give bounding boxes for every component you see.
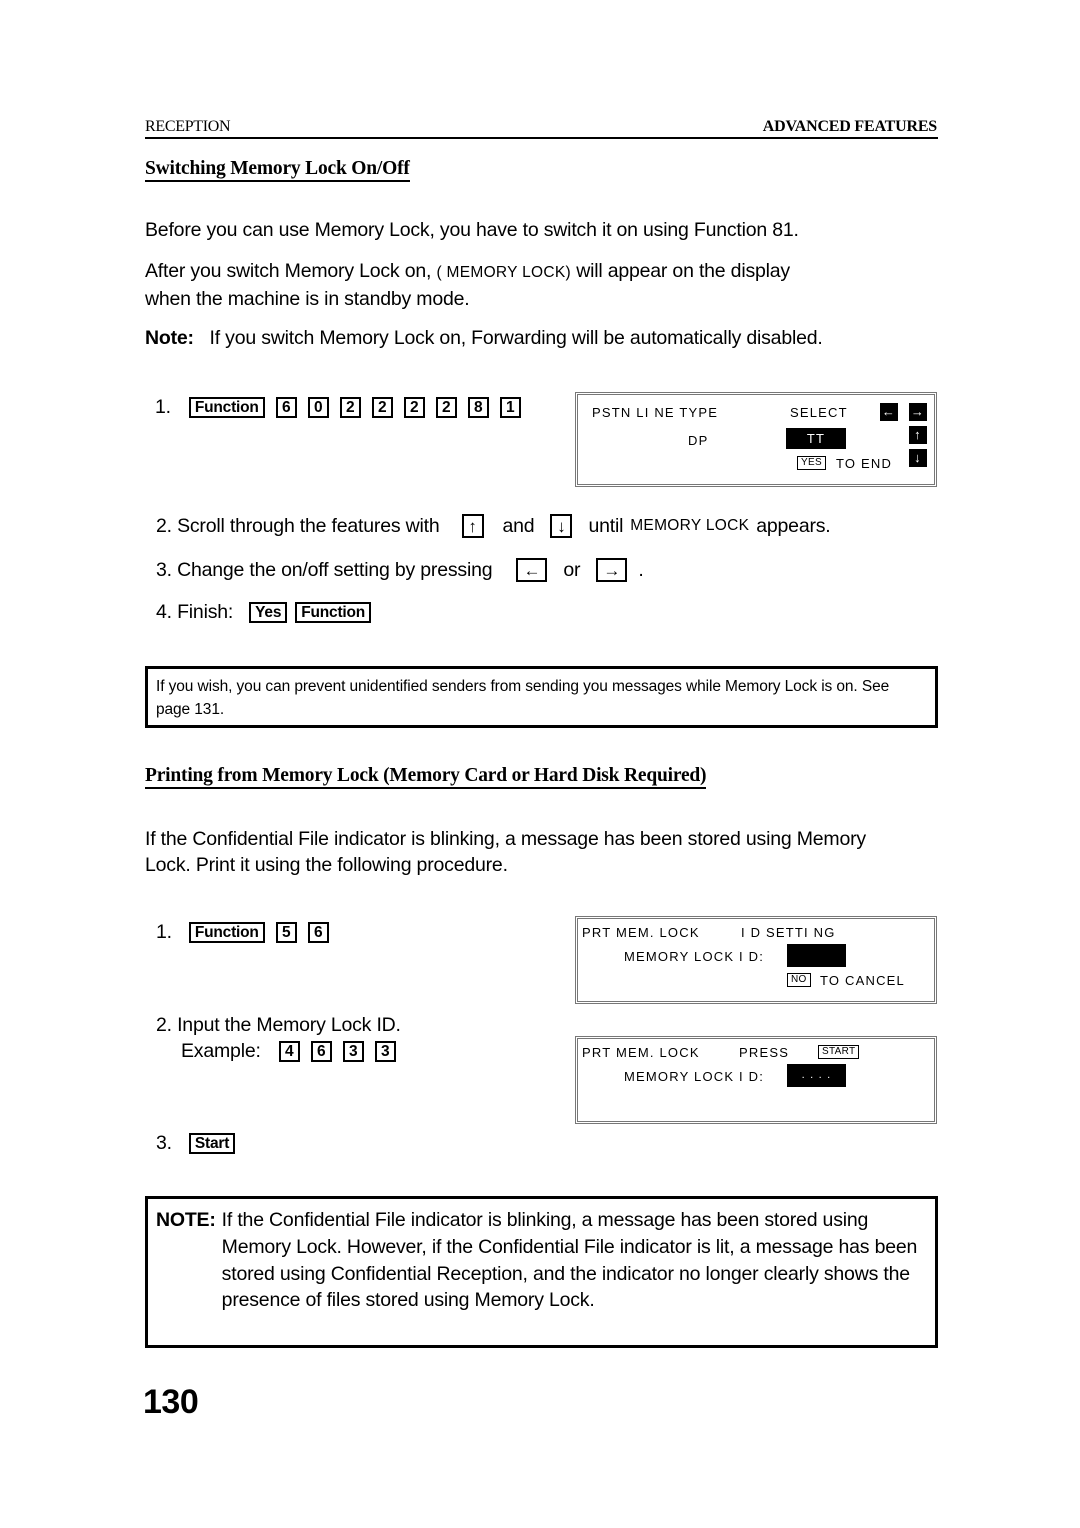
lcd-display-id-setting: PRT MEM. LOCK I D SETTI NG MEMORY LOCK I… (575, 916, 937, 1004)
lcd-yes-key: YES (797, 456, 826, 470)
step-2-and: and (502, 514, 535, 537)
printing-intro-paragraph: If the Confidential File indicator is bl… (145, 828, 866, 876)
running-header-section: RECEPTION (145, 118, 231, 135)
header-rule (145, 137, 938, 139)
key-6[interactable]: 6 (307, 922, 329, 943)
step-4-finish: 4. Finish: Yes Function (156, 601, 382, 624)
yes-key[interactable]: Yes (249, 602, 288, 623)
step-4-text: 4. Finish: (156, 601, 234, 623)
key-2[interactable]: 2 (403, 397, 425, 418)
step-2-until: until (588, 514, 624, 537)
key-2[interactable]: 2 (339, 397, 361, 418)
display-paragraph: After you switch Memory Lock on, ( MEMOR… (145, 258, 925, 312)
key-8[interactable]: 8 (467, 397, 489, 418)
lcd-up-arrow-icon: ↑ (909, 426, 927, 444)
note-label: Note: (145, 327, 194, 349)
key-2[interactable]: 2 (371, 397, 393, 418)
lcd-display-pstn-line-type: PSTN LI NE TYPE SELECT DP TT YES TO END … (575, 392, 937, 487)
lcd-select-label: SELECT (790, 405, 848, 420)
lcd-to-end-text: TO END (836, 456, 893, 471)
lcd-down-arrow-icon: ↓ (909, 449, 927, 467)
down-arrow-key[interactable]: ↓ (550, 514, 573, 538)
print-step-1-key-sequence: 1. Function 5 6 (156, 921, 340, 944)
lcd-id-input-field (787, 944, 846, 967)
display-paragraph-text: After you switch Memory Lock on, (145, 260, 432, 282)
key-5[interactable]: 5 (275, 922, 297, 943)
lcd-memory-lock-indicator: ( MEMORY LOCK) (436, 264, 571, 281)
function-key[interactable]: Function (188, 397, 265, 418)
key-1[interactable]: 1 (499, 397, 521, 418)
step-3-or: or (563, 558, 581, 581)
note-label: NOTE: (156, 1209, 216, 1231)
lcd-option-tt-selected: TT (786, 428, 846, 449)
tip-text: If you wish, you can prevent unidentifie… (156, 678, 890, 718)
print-step-2-example: Example: 4 6 3 3 (181, 1040, 407, 1063)
step-3-period: . (638, 558, 644, 581)
step-2-text: 2. Scroll through the features with (156, 514, 440, 537)
lcd-id-setting-label: I D SETTI NG (741, 925, 836, 940)
key-6[interactable]: 6 (275, 397, 297, 418)
print-step-3-start: 3. Start (156, 1132, 246, 1155)
example-label: Example: (181, 1040, 261, 1062)
key-4[interactable]: 4 (278, 1041, 300, 1062)
key-3[interactable]: 3 (374, 1041, 396, 1062)
lcd-line1-label: PSTN LI NE TYPE (592, 405, 719, 420)
lcd-id-masked-value: . . . . (787, 1064, 846, 1087)
note-box-confidential-indicator: NOTE: If the Confidential File indicator… (145, 1196, 938, 1348)
display-paragraph-text-cont: will appear on the display (576, 260, 790, 282)
lcd-to-cancel-text: TO CANCEL (820, 973, 905, 988)
note-text: If the Confidential File indicator is bl… (221, 1209, 918, 1312)
step-3-text: 3. Change the on/off setting by pressing (156, 558, 493, 581)
note-text: If you switch Memory Lock on, Forwarding… (209, 327, 823, 349)
function-key[interactable]: Function (188, 922, 265, 943)
lcd-start-key: START (818, 1045, 860, 1059)
lcd-left-arrow-icon: ← (880, 403, 898, 421)
step-1-key-sequence: 1. Function 6 0 2 2 2 2 8 1 (155, 396, 521, 419)
step-3-change-setting: 3. Change the on/off setting by pressing… (156, 558, 644, 582)
lcd-line1-label: PRT MEM. LOCK (582, 1045, 700, 1060)
page-number: 130 (143, 1383, 199, 1421)
step-number: 1. (155, 396, 171, 418)
step-2-scroll: 2. Scroll through the features with ↑ an… (156, 514, 831, 538)
key-3[interactable]: 3 (342, 1041, 364, 1062)
forwarding-note: Note: If you switch Memory Lock on, Forw… (145, 325, 823, 351)
function-key[interactable]: Function (295, 602, 372, 623)
step-number: 3. (156, 1132, 172, 1154)
print-step-2-input-id: 2. Input the Memory Lock ID. (156, 1014, 401, 1036)
right-arrow-key[interactable]: → (596, 558, 628, 582)
tip-box-unidentified-senders: If you wish, you can prevent unidentifie… (145, 666, 938, 728)
running-header-chapter: ADVANCED FEATURES (762, 118, 937, 135)
key-2[interactable]: 2 (435, 397, 457, 418)
section-heading-printing-memory-lock: Printing from Memory Lock (Memory Card o… (145, 765, 707, 790)
lcd-display-press-start: PRT MEM. LOCK PRESS START MEMORY LOCK I … (575, 1036, 937, 1124)
lcd-memory-lock-id-label: MEMORY LOCK I D: (624, 1069, 765, 1084)
lcd-memory-lock-id-label: MEMORY LOCK I D: (624, 949, 765, 964)
step-2-appears: appears. (756, 514, 831, 537)
lcd-right-arrow-icon: → (909, 403, 927, 421)
step-number: 1. (156, 921, 172, 943)
lcd-option-dp: DP (688, 433, 709, 448)
lcd-press-label: PRESS (739, 1045, 790, 1060)
up-arrow-key[interactable]: ↑ (461, 514, 484, 538)
section-heading-switching-memory-lock: Switching Memory Lock On/Off (145, 158, 410, 183)
intro-paragraph: Before you can use Memory Lock, you have… (145, 219, 799, 241)
left-arrow-key[interactable]: ← (516, 558, 548, 582)
key-0[interactable]: 0 (307, 397, 329, 418)
lcd-line1-label: PRT MEM. LOCK (582, 925, 700, 940)
lcd-memory-lock-text: MEMORY LOCK (630, 517, 750, 534)
start-key[interactable]: Start (188, 1133, 236, 1154)
key-6[interactable]: 6 (310, 1041, 332, 1062)
display-paragraph-line2: when the machine is in standby mode. (145, 288, 470, 310)
lcd-no-key: NO (787, 973, 811, 987)
